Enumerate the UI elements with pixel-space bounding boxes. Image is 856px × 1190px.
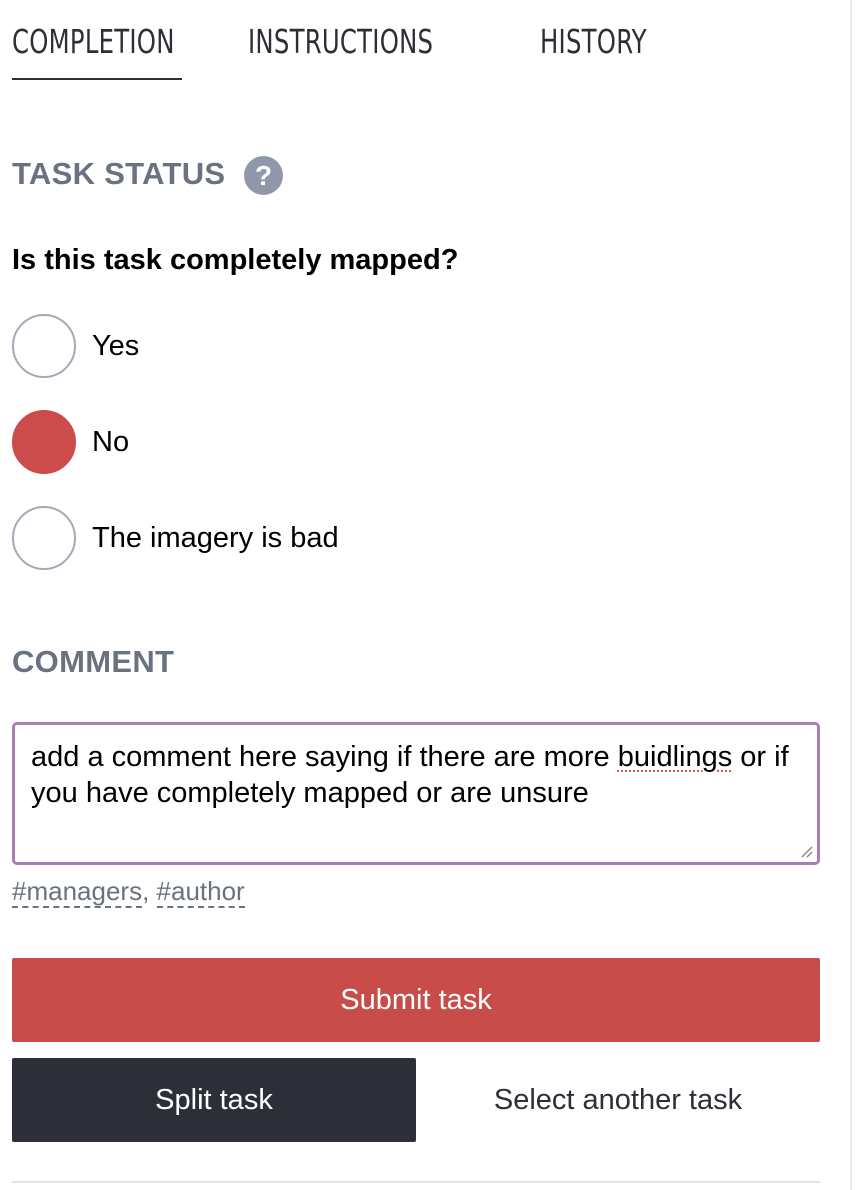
tab-history[interactable]: HISTORY <box>540 14 670 84</box>
radio-button-selected[interactable] <box>12 410 76 474</box>
select-another-task-button[interactable]: Select another task <box>416 1058 820 1142</box>
tab-instructions[interactable]: INSTRUCTIONS <box>248 14 474 84</box>
radio-label: The imagery is bad <box>92 521 339 554</box>
tab-completion[interactable]: COMPLETION <box>12 14 182 84</box>
tab-history-label: HISTORY <box>539 22 647 61</box>
split-task-button[interactable]: Split task <box>12 1058 416 1142</box>
tab-instructions-label: INSTRUCTIONS <box>248 22 434 61</box>
tab-bar: COMPLETION INSTRUCTIONS HISTORY <box>12 14 670 84</box>
panel-right-border <box>850 0 852 1190</box>
divider <box>12 1181 820 1183</box>
mention-managers[interactable]: #managers <box>12 876 143 908</box>
misspelled-word: buidlings <box>617 741 733 773</box>
radio-option-yes[interactable]: Yes <box>12 314 139 378</box>
mention-separator: , <box>142 876 157 906</box>
radio-label: Yes <box>92 329 140 362</box>
resize-grip-icon[interactable] <box>799 844 813 858</box>
comment-textarea[interactable]: add a comment here saying if there are m… <box>12 722 820 865</box>
radio-option-bad-imagery[interactable]: The imagery is bad <box>12 506 339 570</box>
active-tab-underline <box>12 78 182 80</box>
mention-links: #managers, #author <box>12 876 245 908</box>
radio-button[interactable] <box>12 314 76 378</box>
radio-option-no[interactable]: No <box>12 410 129 474</box>
question-circle-icon[interactable]: ? <box>244 156 283 195</box>
comment-heading: COMMENT <box>12 644 175 679</box>
mention-author[interactable]: #author <box>156 876 245 908</box>
task-status-heading: TASK STATUS <box>12 156 226 191</box>
tab-completion-label: COMPLETION <box>12 22 175 61</box>
submit-task-button[interactable]: Submit task <box>12 958 820 1042</box>
radio-label: No <box>92 425 130 458</box>
radio-button[interactable] <box>12 506 76 570</box>
completion-question: Is this task completely mapped? <box>12 244 459 276</box>
comment-text-start: add a comment here saying if there are m… <box>31 741 618 773</box>
